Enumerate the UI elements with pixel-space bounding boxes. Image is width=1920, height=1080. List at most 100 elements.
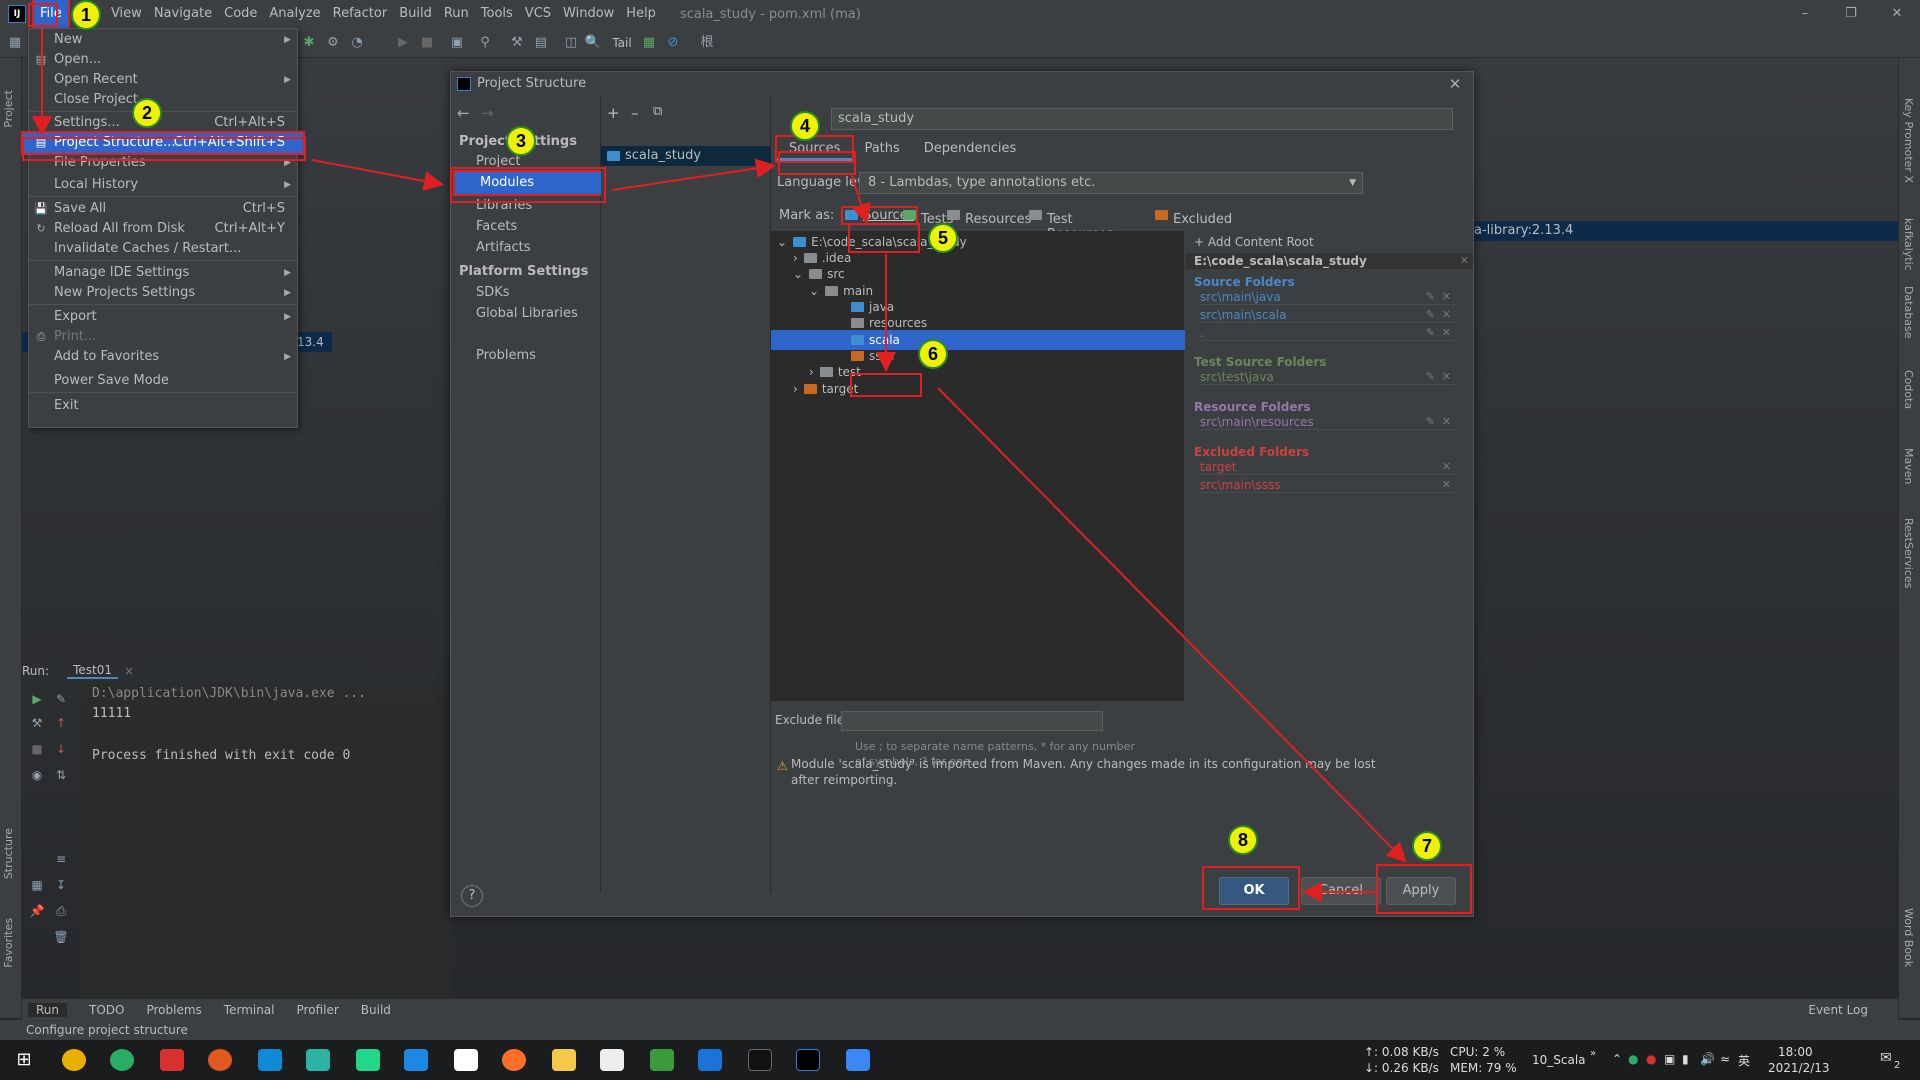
windows-start-icon[interactable]: ⊞ (12, 1049, 36, 1071)
menu-item-close-project[interactable]: Close Project (29, 90, 297, 110)
minimize-icon[interactable]: – (1782, 0, 1828, 28)
add-module-icon[interactable]: + (607, 104, 620, 122)
module-name-field[interactable]: scala_study (831, 108, 1453, 130)
menu-item-new[interactable]: New ▶ (29, 30, 297, 50)
app-icon[interactable] (258, 1049, 282, 1071)
wrench-icon[interactable]: ⚒ (508, 34, 526, 52)
menu-item-new-projects-settings[interactable]: New Projects Settings ▶ (29, 283, 297, 303)
attach-icon[interactable]: ▣ (448, 34, 466, 52)
pin-icon[interactable]: 📌 (28, 902, 46, 920)
layout-icon[interactable]: ◫ (562, 34, 580, 52)
side-tab-word-book[interactable]: Word Book (1902, 908, 1915, 967)
side-tab-maven[interactable]: Maven (1902, 448, 1915, 484)
tray-up-icon[interactable]: ⌃ (1612, 1052, 1622, 1066)
restore-icon[interactable]: ❐ (1828, 0, 1874, 28)
menu-item-save-all[interactable]: 💾 Save All Ctrl+S (29, 199, 297, 219)
menu-item-invalidate-caches[interactable]: Invalidate Caches / Restart... (29, 239, 297, 259)
editor-icon[interactable] (650, 1049, 674, 1071)
source-folder-item[interactable]: src\main\scala ✎ ✕ (1200, 308, 1455, 323)
menu-item-power-save-mode[interactable]: Power Save Mode (29, 371, 297, 391)
menu-refactor[interactable]: Refactor (327, 0, 394, 28)
scroll-end-icon[interactable]: ↧ (52, 876, 70, 894)
menu-navigate[interactable]: Navigate (148, 0, 218, 28)
menu-item-add-to-favorites[interactable]: Add to Favorites ▶ (29, 347, 297, 367)
volume-icon[interactable]: 🔊 (1700, 1052, 1715, 1066)
typora-icon[interactable] (600, 1049, 624, 1071)
bottom-tab-run[interactable]: Run (28, 1002, 68, 1017)
nav-item-problems[interactable]: Problems (451, 345, 601, 367)
menu-run[interactable]: Run (438, 0, 475, 28)
translate-icon[interactable]: 根 (698, 34, 716, 52)
forward-arrow-icon[interactable]: → (481, 104, 494, 122)
menu-help[interactable]: Help (620, 0, 662, 28)
menu-tools[interactable]: Tools (475, 0, 519, 28)
run-console[interactable]: D:\application\JDK\bin\java.exe ... 1111… (80, 682, 450, 1012)
back-arrow-icon[interactable]: ← (457, 104, 470, 122)
side-tab-structure[interactable]: Structure (2, 828, 15, 879)
wechat-tray-icon[interactable]: ● (1628, 1052, 1638, 1066)
profile-icon[interactable]: ◔ (348, 34, 366, 52)
folder-icon[interactable]: ▦ (6, 34, 24, 52)
menu-vcs[interactable]: VCS (519, 0, 557, 28)
mark-tests-button[interactable]: Tests (903, 208, 953, 227)
menu-code[interactable]: Code (218, 0, 263, 28)
tail-button[interactable]: Tail (608, 34, 636, 52)
side-tab-database[interactable]: Database (1902, 286, 1915, 339)
cancel-button[interactable]: Cancel (1301, 877, 1381, 905)
menu-item-open[interactable]: ▤ Open... (29, 50, 297, 70)
dialog-close-icon[interactable]: ✕ (1445, 72, 1465, 96)
project-structure-icon[interactable]: ▤ (532, 34, 550, 52)
datagrip-icon[interactable] (306, 1049, 330, 1071)
up-icon[interactable]: ↑ (52, 714, 70, 732)
menu-build[interactable]: Build (393, 0, 438, 28)
side-tab-codota[interactable]: Codota (1902, 370, 1915, 409)
weibo-tray-icon[interactable]: ● (1646, 1052, 1656, 1066)
sort-icon[interactable]: ⇅ (52, 766, 70, 784)
add-content-root-button[interactable]: + Add Content Root (1194, 235, 1314, 249)
browser-icon[interactable] (208, 1049, 232, 1071)
bottom-tab-problems[interactable]: Problems (146, 1003, 201, 1017)
help-button[interactable]: ? (461, 885, 483, 907)
run-tab-test01[interactable]: Test01 (67, 663, 118, 679)
wifi-icon[interactable]: ≈ (1720, 1052, 1730, 1066)
sublime-icon[interactable] (502, 1049, 526, 1071)
camera-icon[interactable]: ◉ (28, 766, 46, 784)
side-tab-restservices[interactable]: RestServices (1902, 518, 1915, 588)
pycharm-icon[interactable] (356, 1049, 380, 1071)
menu-item-export[interactable]: Export ▶ (29, 307, 297, 327)
library-row[interactable]: a-library:2.13.4 (1470, 221, 1898, 241)
display-icon[interactable]: ▣ (1664, 1052, 1675, 1066)
terminal-icon[interactable] (748, 1049, 772, 1071)
menu-item-exit[interactable]: Exit (29, 396, 297, 416)
stop-icon[interactable]: ■ (418, 34, 436, 52)
edit-config-icon[interactable]: ✎ (52, 690, 70, 708)
explorer-icon[interactable] (552, 1049, 576, 1071)
excluded-folder-item[interactable]: target ✕ (1200, 460, 1455, 475)
clock-time[interactable]: 18:00 (1778, 1045, 1813, 1059)
wechat-icon[interactable] (110, 1049, 134, 1071)
close-icon[interactable]: ✕ (1874, 0, 1920, 28)
bottom-tab-build[interactable]: Build (361, 1003, 391, 1017)
close-tab-icon[interactable]: × (124, 664, 134, 678)
menu-item-reload[interactable]: ↻ Reload All from Disk Ctrl+Alt+Y (29, 219, 297, 239)
tab-paths[interactable]: Paths (852, 137, 911, 161)
print-icon[interactable]: ⎙ (52, 902, 70, 920)
music-icon[interactable] (160, 1049, 184, 1071)
nav-item-global-libraries[interactable]: Global Libraries (451, 303, 601, 325)
menu-window[interactable]: Window (557, 0, 620, 28)
menu-item-manage-ide-settings[interactable]: Manage IDE Settings ▶ (29, 263, 297, 283)
mark-test-resources-button[interactable]: Test Resources (1029, 208, 1113, 242)
bottom-tab-todo[interactable]: TODO (89, 1003, 124, 1017)
wrap-icon[interactable]: ≡ (52, 850, 70, 868)
menu-item-local-history[interactable]: Local History ▶ (29, 175, 297, 195)
run-disabled-icon[interactable]: ▶ (394, 34, 412, 52)
layout-icon[interactable]: ▦ (28, 876, 46, 894)
search-structure-icon[interactable]: ⚲ (476, 34, 494, 52)
bottom-tab-profiler[interactable]: Profiler (297, 1003, 339, 1017)
source-folder-item[interactable]: src\main\java ✎ ✕ (1200, 290, 1455, 305)
chart-icon[interactable]: ▦ (640, 34, 658, 52)
exclude-files-input[interactable] (841, 711, 1103, 731)
notes-icon[interactable] (846, 1049, 870, 1071)
chrome-icon[interactable] (62, 1049, 86, 1071)
clock-date[interactable]: 2021/2/13 (1768, 1061, 1830, 1075)
